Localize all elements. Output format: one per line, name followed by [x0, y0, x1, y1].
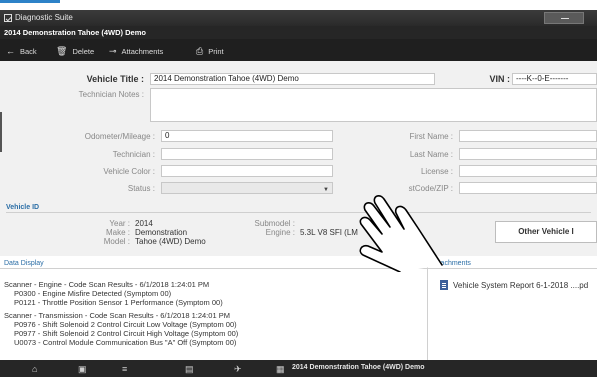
vin-label: VIN :: [489, 74, 510, 84]
year-value: 2014: [135, 219, 153, 228]
attachment-name: Vehicle System Report 6-1-2018 ....pd: [453, 280, 589, 290]
make-value: Demonstration: [135, 228, 188, 237]
bottom-navbar: ⌂ ▣ ≡ ▤ ✈ ▦ 2014 Demonstration Tahoe (4W…: [0, 360, 597, 377]
license-field[interactable]: [459, 165, 597, 177]
back-label: Back: [20, 46, 37, 56]
document-title-bar: 2014 Demonstration Tahoe (4WD) Demo: [0, 26, 597, 39]
window-titlebar: Diagnostic Suite: [0, 10, 597, 26]
attachments-divider: [428, 268, 597, 269]
other-vehicle-button[interactable]: Other Vehicle I: [495, 221, 597, 243]
tools-icon[interactable]: ≡: [122, 364, 127, 374]
plane-icon[interactable]: ✈: [234, 364, 242, 375]
printer-icon: ⎙: [196, 45, 204, 56]
data-line[interactable]: U0073 - Control Module Communication Bus…: [14, 338, 236, 347]
window-title: Diagnostic Suite: [15, 13, 73, 22]
first-name-field[interactable]: [459, 130, 597, 142]
arrow-left-icon: ←: [6, 46, 15, 56]
technician-notes-field[interactable]: [150, 88, 597, 122]
vehicle-title-field[interactable]: 2014 Demonstration Tahoe (4WD) Demo: [150, 73, 435, 85]
vehicle-color-field[interactable]: [161, 165, 333, 177]
trash-icon: 🗑: [56, 45, 68, 56]
pointing-hand-icon: [359, 194, 443, 272]
left-edge-marker: [0, 112, 2, 152]
brand-strip: [0, 0, 60, 3]
checkbox-app-icon: [4, 14, 12, 22]
document-title: 2014 Demonstration Tahoe (4WD) Demo: [4, 28, 146, 37]
submodel-label: Submodel :: [254, 219, 295, 228]
scanner-icon[interactable]: ▣: [78, 364, 87, 375]
status-select[interactable]: ▼: [161, 182, 333, 194]
print-button[interactable]: ⎙ Print: [196, 45, 224, 57]
vin-field[interactable]: ----K--0-E-------: [512, 73, 597, 85]
first-name-label: First Name :: [409, 132, 453, 141]
attachment-item[interactable]: Vehicle System Report 6-1-2018 ....pd: [440, 280, 588, 290]
engine-label: Engine :: [265, 228, 295, 237]
data-line[interactable]: P0976 - Shift Solenoid 2 Control Circuit…: [14, 320, 237, 329]
odometer-field[interactable]: 0: [161, 130, 333, 142]
toolbar: ← Back 🗑 Delete ⊸ Attachments ⎙ Print: [0, 39, 597, 61]
attachments-button[interactable]: ⊸ Attachments: [109, 45, 163, 57]
data-line[interactable]: P0121 - Throttle Position Sensor 1 Perfo…: [14, 298, 223, 307]
clipboard-icon[interactable]: ▤: [185, 364, 194, 375]
technician-field[interactable]: [161, 148, 333, 160]
folder-icon[interactable]: ▦: [276, 364, 285, 375]
technician-notes-label: Technician Notes :: [78, 90, 144, 99]
last-name-field[interactable]: [459, 148, 597, 160]
year-label: Year :: [109, 219, 130, 228]
paperclip-icon: ⊸: [109, 45, 117, 56]
make-label: Make :: [105, 228, 130, 237]
data-display-heading: Data Display: [4, 260, 44, 267]
vehicle-color-label: Vehicle Color :: [103, 167, 155, 176]
model-label: Model :: [103, 237, 130, 246]
last-name-label: Last Name :: [409, 150, 453, 159]
delete-label: Delete: [72, 46, 95, 56]
vehicle-id-heading: Vehicle ID: [6, 204, 40, 211]
model-value: Tahoe (4WD) Demo: [135, 237, 206, 246]
data-line[interactable]: P0300 - Engine Misfire Detected (Symptom…: [14, 289, 171, 298]
statusbar-title: 2014 Demonstration Tahoe (4WD) Demo: [292, 364, 425, 371]
data-line[interactable]: Scanner - Transmission - Code Scan Resul…: [4, 311, 230, 320]
back-button[interactable]: ← Back: [6, 45, 37, 57]
data-line[interactable]: Scanner - Engine - Code Scan Results - 6…: [4, 280, 209, 289]
panel-separator: [427, 258, 428, 360]
minimize-button[interactable]: [544, 12, 584, 24]
status-label: Status :: [127, 184, 155, 193]
attachments-label: Attachments: [121, 46, 164, 56]
technician-label: Technician :: [112, 150, 155, 159]
print-label: Print: [208, 46, 224, 56]
top-strip: [0, 0, 597, 10]
home-icon[interactable]: ⌂: [32, 364, 37, 374]
vehicle-title-label: Vehicle Title :: [86, 74, 144, 84]
document-icon: [440, 280, 448, 290]
vehicle-id-divider: [6, 212, 591, 213]
delete-button[interactable]: 🗑 Delete: [56, 45, 94, 57]
odometer-label: Odometer/Mileage :: [84, 132, 155, 141]
postcode-field[interactable]: [459, 182, 597, 194]
chevron-down-icon: ▼: [323, 187, 329, 193]
data-line[interactable]: P0977 - Shift Solenoid 2 Control Circuit…: [14, 329, 238, 338]
